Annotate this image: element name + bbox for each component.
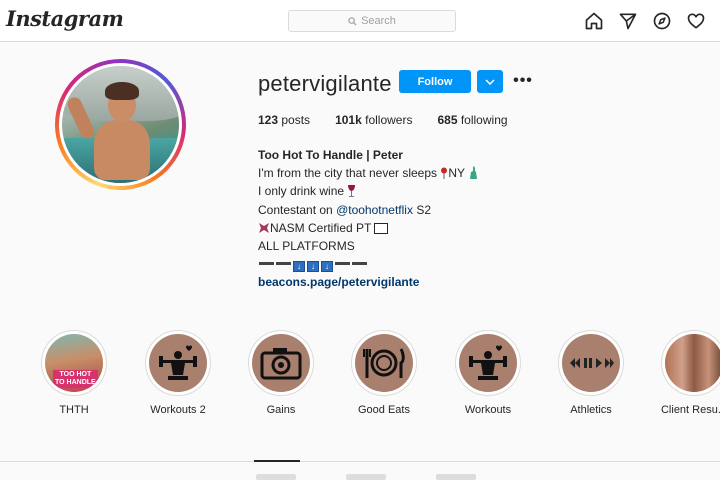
- search-input[interactable]: Search: [288, 10, 456, 32]
- profile-avatar: [62, 66, 179, 183]
- highlight-photo: TOO HOT TO HANDLE: [45, 334, 103, 392]
- nav-icons: [584, 11, 706, 31]
- down-arrow-icon: ↓: [321, 261, 333, 273]
- mention-link[interactable]: @toohotnetflix: [336, 203, 413, 217]
- profile-stats: 123 posts 101k followers 685 following: [258, 113, 533, 127]
- bio-website-link[interactable]: beacons.page/petervigilante: [258, 273, 479, 291]
- instagram-logo[interactable]: Instagram: [6, 6, 124, 31]
- down-arrow-icon: ↓: [293, 261, 305, 273]
- highlight-thth[interactable]: TOO HOT TO HANDLE THTH: [19, 330, 129, 416]
- profile-avatar-ring[interactable]: [55, 59, 186, 190]
- search-placeholder: Search: [361, 15, 396, 27]
- direct-icon[interactable]: [618, 11, 638, 31]
- highlight-athletics[interactable]: Athletics: [536, 330, 646, 416]
- statue-of-liberty-icon: [470, 166, 478, 180]
- bio-line-5: ALL PLATFORMS: [258, 239, 355, 254]
- story-highlights: TOO HOT TO HANDLE THTH Workouts 2 Gains …: [0, 330, 720, 430]
- activity-icon[interactable]: [686, 11, 706, 31]
- tab-tagged[interactable]: [436, 474, 476, 480]
- suggested-accounts-button[interactable]: [477, 70, 503, 93]
- highlight-good-eats[interactable]: Good Eats: [329, 330, 439, 416]
- following-stat[interactable]: 685 following: [437, 113, 507, 127]
- posts-stat: 123 posts: [258, 113, 311, 127]
- camera-icon: [260, 348, 302, 380]
- chevron-down-icon: [485, 78, 495, 85]
- tab-posts[interactable]: [256, 474, 296, 480]
- top-nav: Instagram Search: [0, 0, 720, 42]
- profile-username: petervigilante: [258, 71, 392, 96]
- ribbon-icon: [259, 222, 269, 233]
- plate-cutlery-icon: [363, 348, 405, 378]
- profile-bio: Too Hot To Handle | Peter I'm from the c…: [258, 146, 479, 292]
- tab-reels[interactable]: [346, 474, 386, 480]
- explore-icon[interactable]: [652, 11, 672, 31]
- weightlifter-icon: [159, 345, 197, 380]
- more-options-button[interactable]: •••: [513, 72, 533, 90]
- followers-stat[interactable]: 101k followers: [335, 113, 412, 127]
- highlight-workouts-2[interactable]: Workouts 2: [123, 330, 233, 416]
- bio-line-4: NASM Certified PT: [258, 219, 479, 237]
- tabs-divider: [0, 461, 720, 462]
- certificate-icon: [374, 222, 389, 234]
- bio-line-6-decorative: ↓ ↓ ↓: [258, 255, 479, 273]
- media-controls-icon: [570, 358, 614, 368]
- search-icon: [348, 16, 357, 26]
- wine-glass-icon: [348, 185, 356, 198]
- weightlifter-icon: [469, 345, 507, 380]
- highlight-client-results[interactable]: Client Resu...: [639, 330, 720, 416]
- profile-full-name: Too Hot To Handle | Peter: [258, 148, 403, 162]
- tab-selected-indicator: [254, 460, 300, 462]
- highlight-workouts[interactable]: Workouts: [433, 330, 543, 416]
- bio-line-2: I only drink wine: [258, 182, 479, 200]
- highlight-photo: [665, 334, 720, 392]
- down-arrow-icon: ↓: [307, 261, 319, 273]
- follow-button[interactable]: Follow: [399, 70, 471, 93]
- highlight-gains[interactable]: Gains: [226, 330, 336, 416]
- home-icon[interactable]: [584, 11, 604, 31]
- bio-line-3: Contestant on @toohotnetflix S2: [258, 202, 431, 217]
- bio-line-1: I'm from the city that never sleeps NY: [258, 164, 479, 182]
